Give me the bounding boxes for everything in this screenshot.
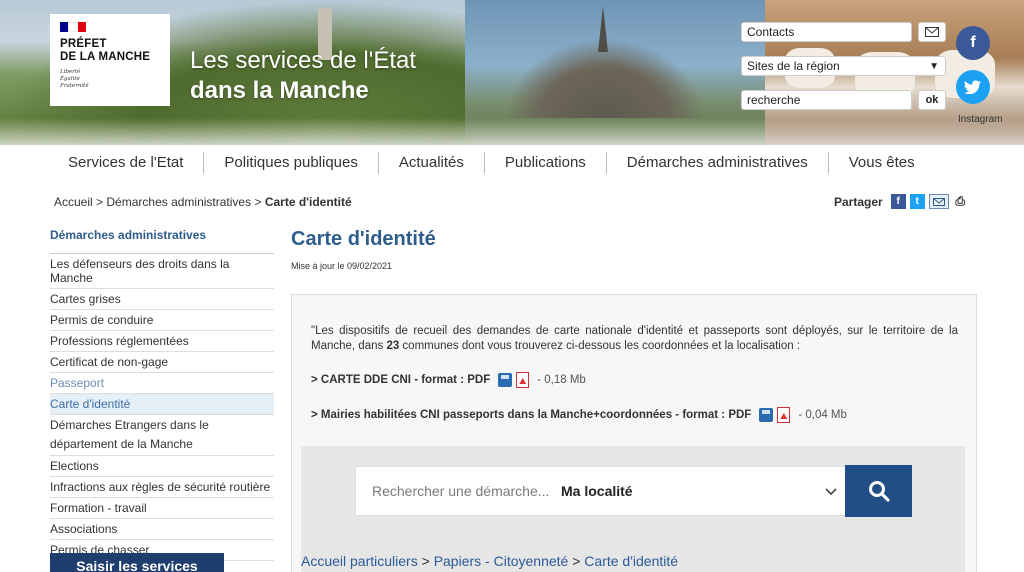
- crumb-sep: >: [421, 553, 434, 569]
- sidebar-item-formation[interactable]: Formation - travail: [50, 498, 274, 519]
- flag-red: [78, 22, 86, 32]
- nav-item-vous-etes[interactable]: Vous êtes: [829, 152, 935, 174]
- twitter-icon[interactable]: [956, 70, 990, 104]
- sidebar-item-elections[interactable]: Elections: [50, 456, 274, 477]
- contacts-link[interactable]: Contacts: [741, 22, 912, 42]
- sidebar-item-non-gage[interactable]: Certificat de non-gage: [50, 352, 274, 373]
- sidebar-item-cartes-grises[interactable]: Cartes grises: [50, 289, 274, 310]
- nav-item-actualites[interactable]: Actualités: [379, 152, 485, 174]
- save-icon[interactable]: [498, 373, 513, 387]
- search-input[interactable]: recherche: [741, 90, 912, 110]
- sidebar-item-associations[interactable]: Associations: [50, 519, 274, 540]
- file-size: - 0,04 Mb: [798, 409, 847, 421]
- page-title: Carte d'identité: [291, 228, 436, 250]
- crumb-carte[interactable]: Carte d'identité: [584, 553, 678, 569]
- search-button[interactable]: [845, 465, 912, 517]
- pdf-icon[interactable]: [777, 407, 791, 423]
- sidebar-item-defenseurs[interactable]: Les défenseurs des droits dans la Manche: [50, 254, 274, 289]
- facebook-icon[interactable]: f: [956, 26, 990, 60]
- flag-blue: [60, 22, 68, 32]
- breadcrumb-current: Carte d'identité: [264, 195, 352, 209]
- envelope-icon[interactable]: [918, 22, 946, 42]
- breadcrumb-section[interactable]: Démarches administratives: [106, 195, 251, 209]
- nav-item-publications[interactable]: Publications: [485, 152, 607, 174]
- facebook-icon[interactable]: f: [890, 194, 906, 209]
- demarche-search-input[interactable]: Rechercher une démarche...: [356, 483, 561, 499]
- saisir-services-button[interactable]: Saisir les services: [50, 553, 224, 572]
- breadcrumb: Accueil > Démarches administratives > Ca…: [54, 195, 352, 209]
- share-bar: Partager f t ⎙: [834, 194, 968, 209]
- bottom-breadcrumb: Accueil particuliers > Papiers - Citoyen…: [301, 553, 678, 569]
- nav-item-politiques[interactable]: Politiques publiques: [204, 152, 379, 174]
- download-item[interactable]: > Mairies habilitées CNI passeports dans…: [311, 407, 847, 423]
- share-label: Partager: [834, 194, 883, 209]
- chevron-down-icon[interactable]: [816, 483, 846, 499]
- instagram-link[interactable]: Instagram: [958, 114, 1002, 125]
- demarche-search-box[interactable]: Rechercher une démarche... Ma localité: [355, 466, 847, 516]
- pdf-icon[interactable]: [516, 372, 530, 388]
- download-item[interactable]: > CARTE DDE CNI - format : PDF - 0,18 Mb: [311, 372, 586, 388]
- sidebar-title[interactable]: Démarches administratives: [50, 228, 274, 254]
- site-title: Les services de l'État dans la Manche: [190, 47, 417, 104]
- search-icon: [868, 481, 890, 502]
- sidebar-item-permis-conduire[interactable]: Permis de conduire: [50, 310, 274, 331]
- intro-text: "Les dispositifs de recueil des demandes…: [311, 325, 958, 352]
- region-select[interactable]: Sites de la région ▼: [741, 56, 946, 76]
- crumb-sep: >: [572, 553, 585, 569]
- marianne-flag-icon: [60, 22, 86, 32]
- locality-select[interactable]: Ma localité: [561, 483, 816, 499]
- crumb-papiers[interactable]: Papiers - Citoyenneté: [434, 553, 569, 569]
- file-size: - 0,18 Mb: [537, 374, 586, 386]
- chevron-down-icon: ▼: [929, 61, 939, 72]
- main-nav: Services de l'Etat Politiques publiques …: [50, 148, 980, 178]
- flag-white: [68, 22, 78, 32]
- print-icon[interactable]: ⎙: [953, 194, 968, 209]
- spire-shape: [598, 6, 608, 52]
- update-date: Mise à jour le 09/02/2021: [291, 261, 393, 271]
- nav-item-services[interactable]: Services de l'Etat: [50, 152, 205, 174]
- sidebar-item-infractions[interactable]: Infractions aux règles de sécurité routi…: [50, 477, 274, 498]
- logo-motto: Liberté Égalité Fraternité: [60, 69, 89, 89]
- breadcrumb-home[interactable]: Accueil: [54, 195, 93, 209]
- sidebar: Démarches administratives Les défenseurs…: [50, 228, 274, 561]
- search-ok-button[interactable]: ok: [918, 90, 946, 110]
- download-label[interactable]: > CARTE DDE CNI - format : PDF: [311, 374, 490, 386]
- breadcrumb-sep: >: [254, 195, 262, 209]
- save-icon[interactable]: [759, 408, 774, 422]
- crumb-particuliers[interactable]: Accueil particuliers: [301, 553, 418, 569]
- sidebar-item-passeport[interactable]: Passeport: [50, 373, 274, 394]
- logo-title: PRÉFET DE LA MANCHE: [60, 38, 151, 63]
- sidebar-item-etrangers[interactable]: Démarches Etrangers dans le département …: [50, 415, 274, 456]
- twitter-icon[interactable]: t: [909, 194, 925, 209]
- sidebar-item-carte-identite[interactable]: Carte d'identité: [50, 394, 274, 415]
- prefet-logo[interactable]: PRÉFET DE LA MANCHE Liberté Égalité Frat…: [50, 14, 170, 106]
- sidebar-item-professions[interactable]: Professions réglementées: [50, 331, 274, 352]
- download-label[interactable]: > Mairies habilitées CNI passeports dans…: [311, 409, 751, 421]
- nav-item-demarches[interactable]: Démarches administratives: [607, 152, 829, 174]
- envelope-icon[interactable]: [928, 194, 949, 209]
- breadcrumb-sep: >: [96, 195, 104, 209]
